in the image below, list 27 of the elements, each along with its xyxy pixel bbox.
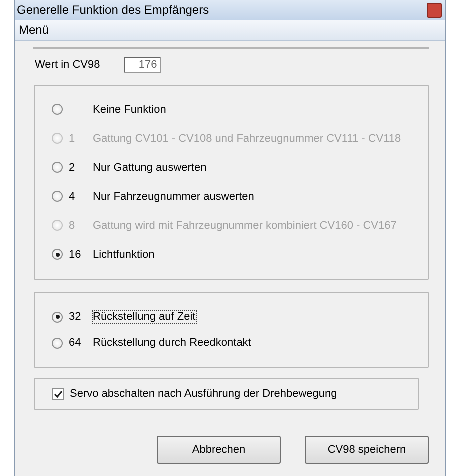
radio-button[interactable] — [52, 162, 63, 173]
option-number: 4 — [69, 190, 76, 202]
checkbox[interactable] — [52, 388, 64, 400]
radio-button[interactable] — [52, 104, 63, 115]
menu-item[interactable]: Menü — [19, 23, 50, 37]
option-number: 2 — [69, 162, 76, 174]
option-number: 64 — [69, 337, 82, 349]
option-number: 8 — [69, 220, 76, 232]
option-number: 16 — [69, 248, 82, 260]
dialog-button[interactable]: CV98 speichern — [305, 436, 429, 464]
dialog-button[interactable]: Abbrechen — [157, 436, 281, 464]
option-label[interactable]: Keine Funktion — [93, 104, 166, 116]
window-title: Generelle Funktion des Empfängers — [17, 3, 210, 17]
radio-button[interactable] — [52, 312, 63, 322]
option-label[interactable]: Rückstellung auf Zeit — [93, 311, 196, 323]
radio-button[interactable] — [52, 249, 63, 260]
option-label[interactable]: Rückstellung durch Reedkontakt — [93, 337, 252, 349]
radio-button[interactable] — [52, 191, 63, 202]
option-label[interactable]: Nur Fahrzeugnummer auswerten — [93, 190, 254, 202]
option-label[interactable]: Nur Gattung auswerten — [93, 162, 207, 174]
radio-button[interactable] — [52, 338, 63, 348]
field-label: Wert in CV98 — [35, 59, 100, 71]
option-label[interactable]: Lichtfunktion — [93, 248, 155, 260]
checkbox-label[interactable]: Servo abschalten nach Ausführung der Drehbewegung — [70, 388, 338, 400]
option-number: 1 — [69, 132, 76, 144]
cv-value-field[interactable]: 176 — [124, 57, 162, 73]
option-number: 32 — [69, 311, 82, 323]
